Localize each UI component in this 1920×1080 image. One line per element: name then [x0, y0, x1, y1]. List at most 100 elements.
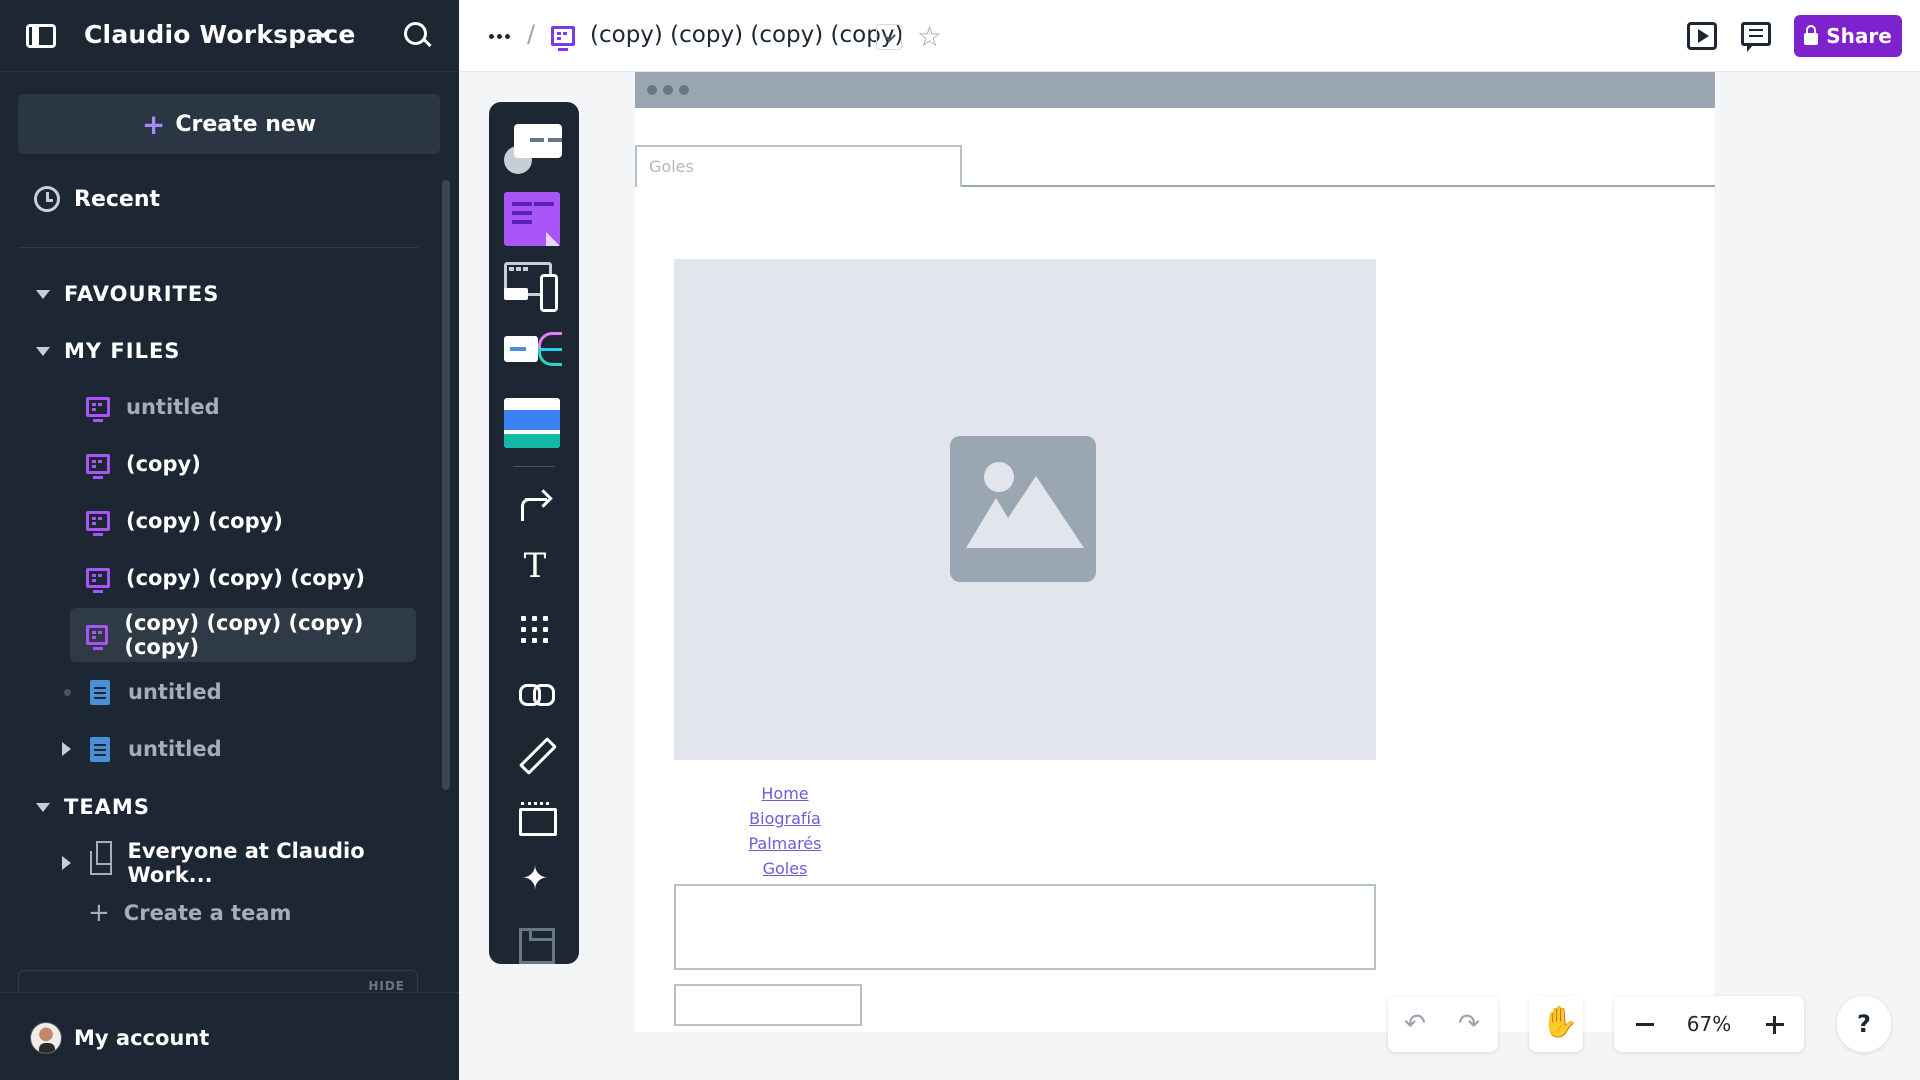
- section-my-files[interactable]: MY FILES: [36, 339, 180, 363]
- link-tool-icon[interactable]: [519, 676, 555, 708]
- team-item[interactable]: Everyone at Claudio Work...: [74, 836, 416, 890]
- hand-icon[interactable]: ✋: [1541, 1006, 1578, 1040]
- sidebar-toggle-icon[interactable]: [26, 24, 56, 48]
- template-tool-icon[interactable]: [519, 926, 555, 964]
- file-label: untitled: [128, 737, 222, 761]
- arrow-tool-icon[interactable]: [519, 486, 551, 521]
- redo-icon[interactable]: ↷: [1456, 1011, 1482, 1037]
- my-account-link[interactable]: My account: [30, 1022, 209, 1054]
- hide-button[interactable]: HIDE: [368, 979, 405, 993]
- browser-bar: [635, 72, 1715, 108]
- file-item[interactable]: (copy) (copy): [70, 494, 416, 548]
- caret-down-icon: [36, 346, 50, 356]
- recent-label: Recent: [74, 186, 161, 212]
- board-icon: [86, 568, 110, 593]
- nav-link-biografia[interactable]: Biografía: [745, 806, 825, 831]
- nav-links: Home Biografía Palmarés Goles: [745, 781, 825, 881]
- device-mockup-tool-icon[interactable]: [504, 262, 564, 314]
- present-icon[interactable]: [1687, 22, 1717, 50]
- file-item[interactable]: untitled: [70, 380, 416, 434]
- image-icon: [950, 436, 1096, 582]
- hide-panel: HIDE: [18, 970, 418, 993]
- wireframe-board[interactable]: Goles Home Biografía Palmarés Goles: [635, 72, 1715, 1032]
- nav-link-home[interactable]: Home: [745, 781, 825, 806]
- board-icon: [86, 454, 110, 479]
- document-title[interactable]: (copy) (copy) (copy) (copy): [590, 22, 903, 48]
- zoom-in-button[interactable]: [1760, 1010, 1788, 1038]
- workspace-title[interactable]: Claudio Workspace: [84, 20, 356, 49]
- create-new-label: Create new: [175, 111, 317, 137]
- file-label: (copy) (copy): [126, 509, 283, 533]
- team-label: Everyone at Claudio Work...: [127, 839, 365, 887]
- wireframe-tab-label: Goles: [649, 157, 694, 176]
- file-label: (copy) (copy) (copy) (copy): [124, 611, 364, 659]
- nav-link-palmares[interactable]: Palmarés: [745, 831, 825, 856]
- title-dropdown-button[interactable]: [876, 24, 902, 50]
- file-item[interactable]: (copy) (copy) (copy): [70, 551, 416, 605]
- divider: [18, 247, 418, 248]
- section-teams[interactable]: TEAMS: [36, 795, 150, 819]
- top-bar: / (copy) (copy) (copy) (copy) ☆ Share: [459, 0, 1920, 72]
- lock-icon: [1804, 25, 1819, 45]
- help-button[interactable]: ?: [1837, 996, 1891, 1052]
- image-placeholder[interactable]: [674, 259, 1376, 760]
- file-item-active[interactable]: (copy) (copy) (copy) (copy): [70, 608, 416, 662]
- undo-icon[interactable]: ↶: [1402, 1011, 1428, 1037]
- file-label: untitled: [128, 680, 222, 704]
- zoom-out-button[interactable]: [1630, 1010, 1658, 1038]
- share-label: Share: [1826, 24, 1892, 48]
- more-options-icon[interactable]: [489, 34, 494, 39]
- teams-label: TEAMS: [64, 795, 150, 819]
- document-icon: [90, 679, 110, 705]
- caret-down-icon: [36, 289, 50, 299]
- board-icon: [86, 511, 110, 536]
- file-item[interactable]: (copy): [70, 437, 416, 491]
- search-icon[interactable]: [404, 22, 432, 50]
- document-icon: [90, 736, 110, 762]
- my-files-label: MY FILES: [64, 339, 181, 363]
- wireframe-tab[interactable]: Goles: [635, 145, 962, 187]
- favourites-label: FAVOURITES: [64, 282, 220, 306]
- button-placeholder[interactable]: [674, 984, 862, 1026]
- board-icon: [86, 397, 110, 422]
- window-dots-icon: [647, 85, 657, 95]
- bullet-dot: [64, 689, 71, 696]
- help-icon: ?: [1857, 1010, 1871, 1038]
- share-button[interactable]: Share: [1794, 15, 1902, 57]
- frame-tool-icon[interactable]: [519, 800, 557, 836]
- grid-tool-icon[interactable]: [519, 614, 551, 646]
- avatar: [30, 1022, 62, 1054]
- section-favourites[interactable]: FAVOURITES: [36, 282, 219, 306]
- sidebar: Claudio Workspace + Create new Recent FA…: [0, 0, 459, 1080]
- undo-redo-group: ↶ ↷: [1388, 996, 1498, 1052]
- create-new-button[interactable]: + Create new: [18, 94, 440, 154]
- zoom-controls: 67%: [1614, 996, 1804, 1052]
- canvas[interactable]: T ✦ Goles Home Biografía Palmarés Goles: [459, 72, 1920, 1080]
- file-item[interactable]: untitled: [74, 665, 416, 719]
- board-icon: [86, 625, 109, 650]
- star-icon[interactable]: ☆: [917, 20, 942, 53]
- plus-icon: +: [141, 107, 166, 141]
- comment-icon[interactable]: [1741, 22, 1771, 52]
- divider: [0, 992, 459, 993]
- layout-blocks-tool-icon[interactable]: [504, 398, 560, 448]
- sidebar-scrollbar[interactable]: [442, 180, 450, 790]
- zoom-level[interactable]: 67%: [1672, 1012, 1746, 1036]
- recent-link[interactable]: Recent: [34, 186, 160, 212]
- file-label: (copy) (copy) (copy): [126, 566, 365, 590]
- file-item[interactable]: untitled: [74, 722, 416, 776]
- pencil-tool-icon[interactable]: [519, 738, 551, 770]
- content-box[interactable]: [674, 884, 1376, 970]
- speech-bubble-tool-icon[interactable]: [504, 124, 564, 176]
- caret-right-icon[interactable]: [62, 742, 71, 756]
- my-account-label: My account: [74, 1026, 210, 1050]
- text-tool-icon[interactable]: T: [519, 549, 551, 583]
- sticky-note-tool-icon[interactable]: [504, 192, 560, 246]
- caret-right-icon[interactable]: [62, 856, 71, 870]
- flow-chart-tool-icon[interactable]: [504, 324, 564, 376]
- sparkle-icon[interactable]: ✦: [519, 862, 551, 894]
- create-team-button[interactable]: + Create a team: [88, 898, 291, 928]
- building-icon: [90, 841, 112, 875]
- caret-down-icon: [36, 802, 50, 812]
- nav-link-goles[interactable]: Goles: [745, 856, 825, 881]
